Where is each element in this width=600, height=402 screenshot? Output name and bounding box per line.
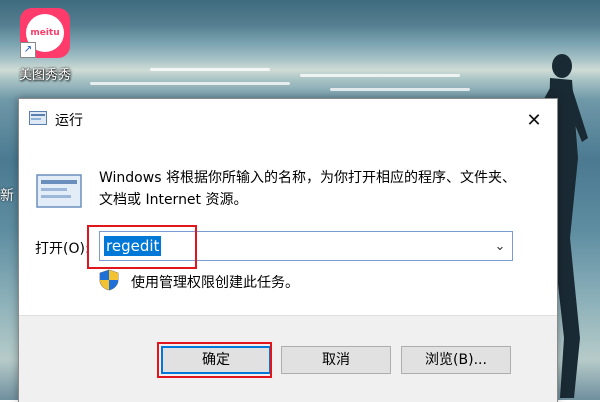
open-label: 打开(O): [35,241,90,257]
run-icon [29,111,47,125]
run-dialog: 运行 ✕ Windows 将根据你所输入的名称，为你打开相应的程序、文件夹、文档… [18,98,558,402]
desktop-edge-text: 新 [0,188,14,204]
dialog-description: Windows 将根据你所输入的名称，为你打开相应的程序、文件夹、文档或 Int… [99,170,516,208]
meitu-logo-icon: meitu ↗ [20,8,70,58]
highlight-box-input [87,225,197,269]
dialog-content: Windows 将根据你所输入的名称，为你打开相应的程序、文件夹、文档或 Int… [19,141,557,315]
dialog-title: 运行 [55,113,83,129]
admin-note: 使用管理权限创建此任务。 [131,275,299,291]
desktop-icon-label: 美图秀秀 [18,68,71,83]
dialog-footer: 确定 取消 浏览(B)... [19,315,557,402]
highlight-box-ok [157,342,272,378]
shield-icon [99,269,119,291]
dialog-titlebar[interactable]: 运行 ✕ [19,99,557,141]
chevron-down-icon[interactable]: ⌄ [492,236,508,256]
close-icon: ✕ [526,109,542,131]
run-program-icon [36,174,82,208]
desktop-icon-meitu[interactable]: meitu ↗ 美图秀秀 [8,8,82,83]
cancel-button[interactable]: 取消 [281,346,391,374]
close-button[interactable]: ✕ [511,99,557,141]
shortcut-arrow-icon: ↗ [20,42,36,58]
browse-button[interactable]: 浏览(B)... [401,346,511,374]
